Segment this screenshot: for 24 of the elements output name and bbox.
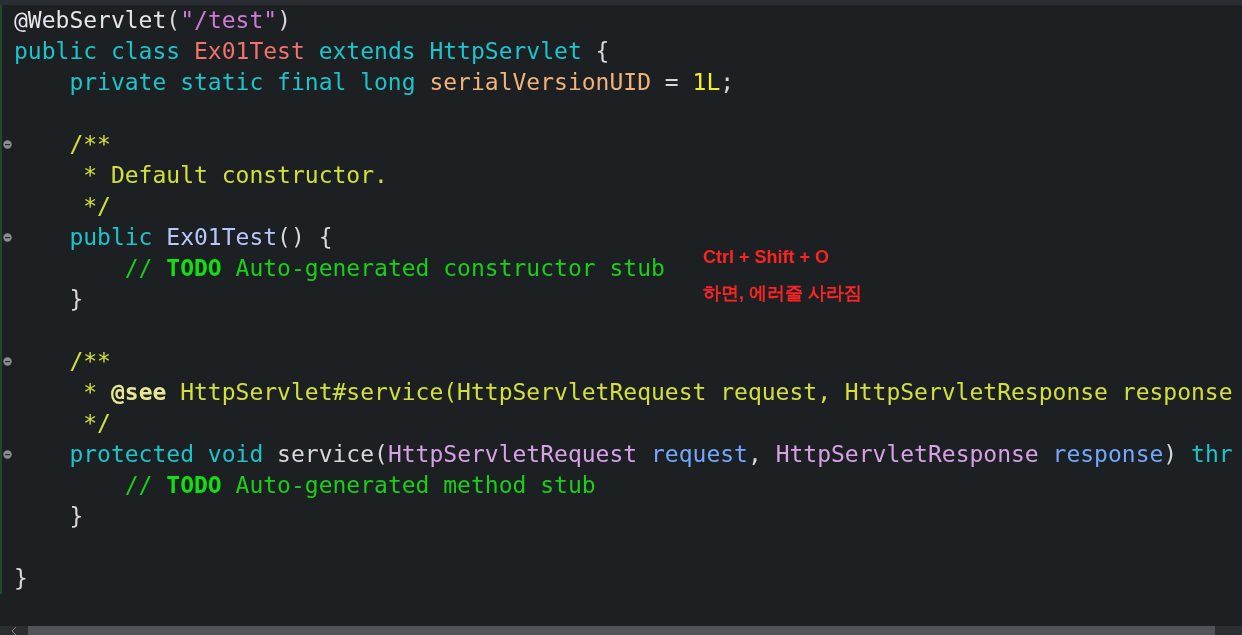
- code-line: public class Ex01Test extends HttpServlet {: [14, 37, 610, 66]
- code-line: }: [68, 502, 84, 531]
- code-line: // TODO Auto-generated constructor stub: [123, 254, 665, 283]
- code-line: protected void service(HttpServletRequest request, HttpServletResponse response) thr: [68, 440, 1233, 469]
- code-line: }: [14, 564, 28, 593]
- fold-collapse-icon[interactable]: [3, 357, 12, 366]
- code-line: * @see HttpServlet#service(HttpServletRequest request, HttpServletResponse response: [82, 378, 1233, 407]
- code-line: }: [68, 285, 84, 314]
- code-line: * Default constructor.: [82, 161, 388, 190]
- code-line: // TODO Auto-generated method stub: [123, 471, 596, 500]
- fold-collapse-icon[interactable]: [3, 140, 12, 149]
- code-line: public Ex01Test() {: [68, 223, 333, 252]
- code-line: /**: [68, 347, 111, 376]
- scroll-left-icon[interactable]: [11, 626, 17, 635]
- scrollbar-thumb[interactable]: [28, 626, 1215, 635]
- fold-collapse-icon[interactable]: [3, 233, 12, 242]
- code-line: /**: [68, 130, 111, 159]
- annotation-note: Ctrl + Shift + O: [703, 246, 831, 269]
- code-line: */: [82, 192, 111, 221]
- annotation-note: 하면, 에러줄 사라짐: [703, 282, 862, 305]
- fold-collapse-icon[interactable]: [3, 450, 12, 459]
- code-line: */: [82, 409, 111, 438]
- code-line: @WebServlet("/test"): [14, 6, 291, 35]
- code-line: private static final long serialVersionUID = 1L;: [68, 68, 735, 97]
